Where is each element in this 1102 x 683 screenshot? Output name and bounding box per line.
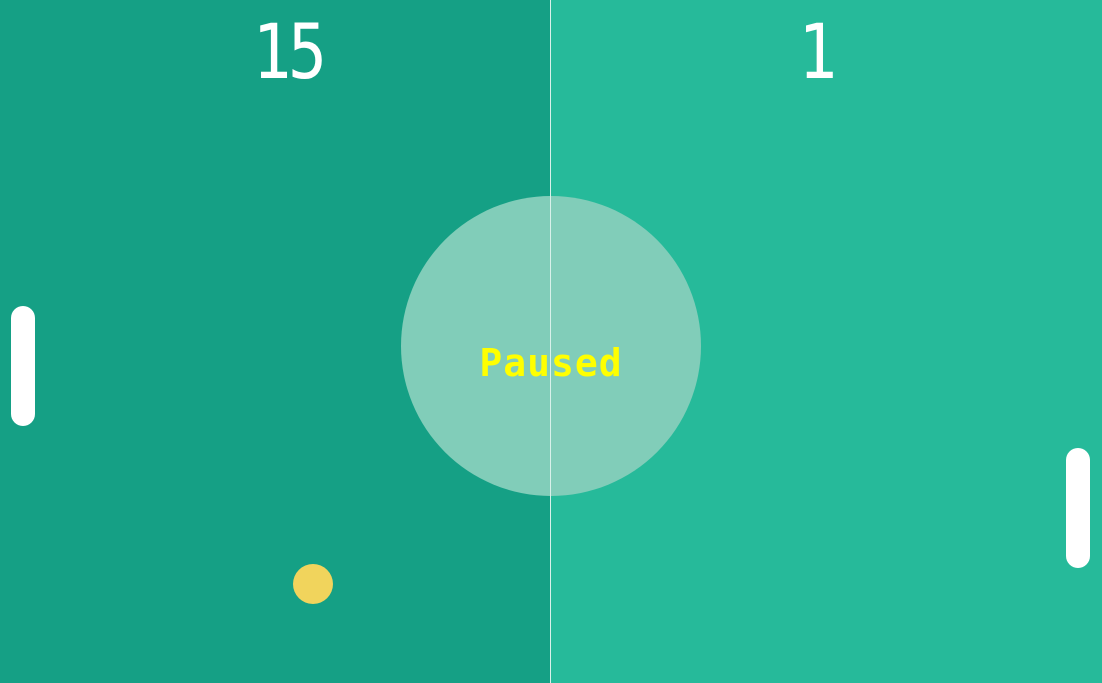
right-player-score: 1 — [798, 7, 837, 96]
paused-status-label: Paused — [479, 341, 623, 385]
game-court[interactable]: 15 1 Paused — [0, 0, 1102, 683]
right-paddle[interactable] — [1066, 448, 1090, 568]
left-paddle[interactable] — [11, 306, 35, 426]
ball — [293, 564, 333, 604]
left-player-score: 15 — [252, 7, 326, 96]
